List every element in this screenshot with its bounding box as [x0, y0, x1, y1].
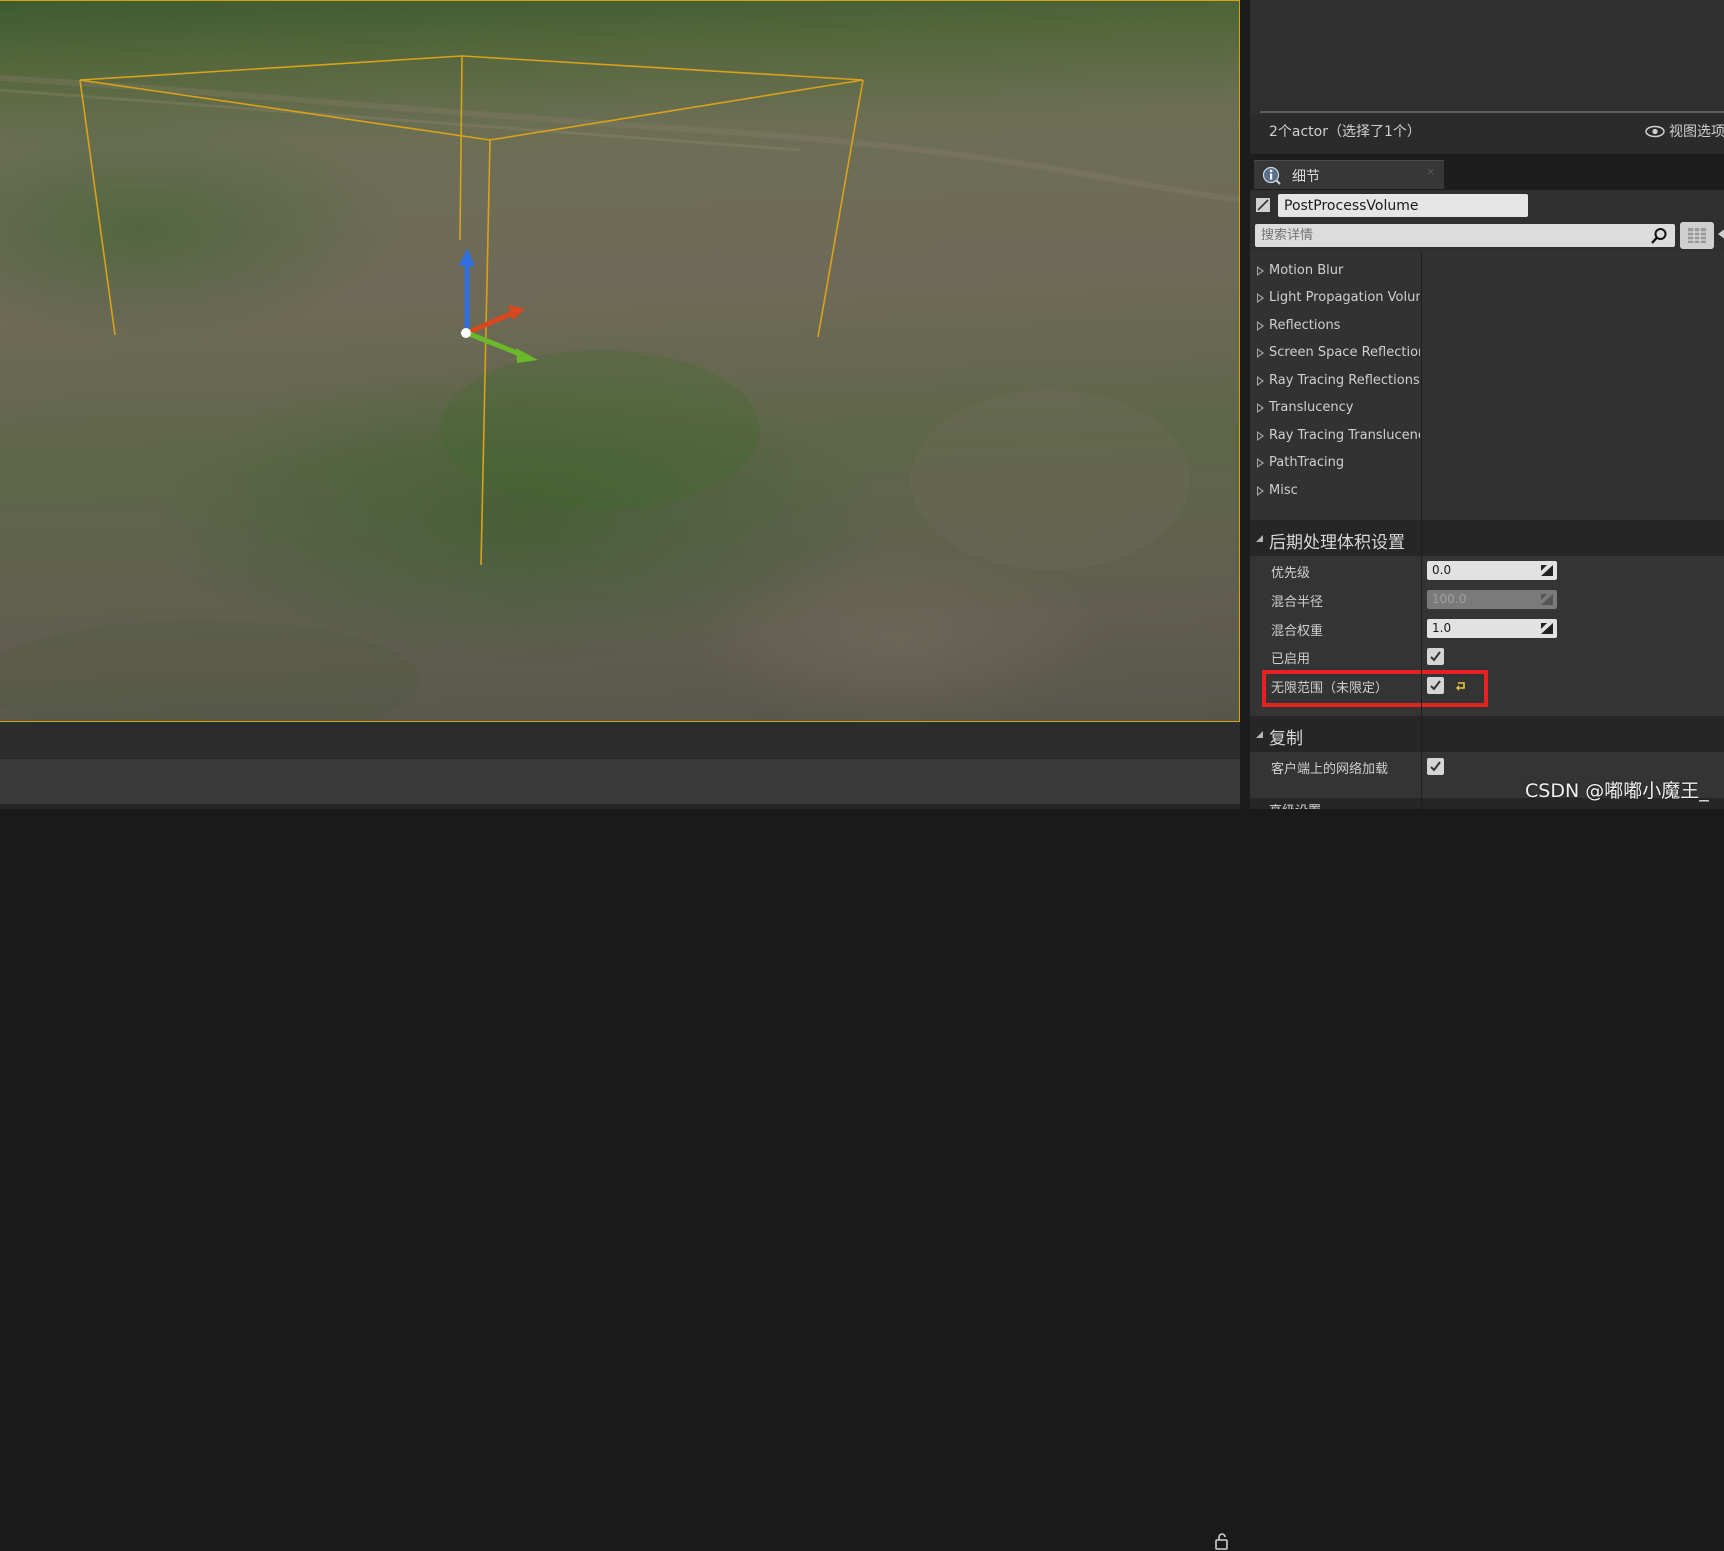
drag-spin-icon[interactable]	[1541, 565, 1553, 576]
details-tab-label: 细节	[1292, 169, 1320, 185]
ground-texture	[0, 75, 1240, 722]
checkmark-icon	[1430, 761, 1441, 772]
category-reflections[interactable]: Reflections	[1250, 314, 1420, 339]
blend-weight-field[interactable]: 1.0	[1427, 619, 1557, 638]
outliner-divider	[1260, 111, 1724, 113]
category-ray-tracing-translucency[interactable]: Ray Tracing Translucency	[1250, 424, 1420, 449]
tab-details[interactable]: 细节 ×	[1254, 160, 1444, 189]
actor-name-input[interactable]	[1278, 194, 1528, 217]
annotation-highlight-box	[1262, 670, 1488, 707]
view-options-label: 视图选项	[1669, 124, 1724, 140]
priority-label: 优先级	[1271, 566, 1311, 581]
details-search-input[interactable]	[1255, 224, 1675, 247]
blend-radius-label: 混合半径	[1271, 595, 1324, 610]
drag-spin-icon	[1541, 594, 1553, 605]
expand-triangle-icon	[1257, 348, 1264, 358]
collapse-triangle-icon	[1256, 535, 1263, 542]
bottom-edge	[0, 804, 1244, 809]
drag-spin-icon[interactable]	[1541, 623, 1553, 634]
section-header-replication[interactable]: 复制	[1250, 716, 1724, 752]
viewport-bottom-gutter	[0, 722, 1240, 758]
expand-triangle-icon	[1257, 458, 1264, 468]
eye-icon	[1645, 125, 1665, 138]
expand-triangle-icon	[1257, 376, 1264, 386]
watermark-text: CSDN @嘟嘟小魔王_	[1525, 780, 1709, 802]
net-load-on-client-label: 客户端上的网络加载	[1271, 762, 1389, 777]
viewport-overlay	[0, 55, 1240, 722]
level-viewport[interactable]	[0, 0, 1240, 722]
blend-weight-label: 混合权重	[1271, 624, 1324, 639]
partial-section-label: 高级设置	[1269, 800, 1321, 809]
panel-splitter[interactable]	[1240, 0, 1250, 809]
expand-triangle-icon	[1257, 431, 1264, 441]
blend-radius-field: 100.0	[1427, 590, 1557, 609]
category-light-propagation-volume[interactable]: Light Propagation Volume	[1250, 286, 1420, 311]
expand-triangle-icon	[1257, 266, 1264, 276]
expand-triangle-icon	[1257, 403, 1264, 413]
priority-field[interactable]: 0.0	[1427, 561, 1557, 580]
priority-value: 0.0	[1432, 563, 1452, 577]
blend-weight-value: 1.0	[1432, 621, 1452, 635]
blend-radius-value: 100.0	[1432, 592, 1467, 606]
right-panel: 2个actor（选择了1个） 视图选项 细节 × PostProcessVolu…	[1250, 0, 1724, 809]
category-ray-tracing-reflections[interactable]: Ray Tracing Reflections	[1250, 369, 1420, 394]
property-matrix-button[interactable]	[1680, 222, 1714, 249]
category-translucency[interactable]: Translucency	[1250, 396, 1420, 421]
transform-gizmo[interactable]	[459, 248, 538, 363]
category-path-tracing[interactable]: PathTracing	[1250, 451, 1420, 476]
enabled-label: 已启用	[1271, 652, 1311, 667]
category-motion-blur[interactable]: Motion Blur	[1250, 259, 1420, 284]
expand-triangle-icon	[1257, 486, 1264, 496]
viewport-toolbar-bottom	[0, 758, 1244, 1550]
details-category-list: Motion Blur Light Propagation Volume Ref…	[1250, 252, 1724, 520]
chevron-left-icon[interactable]	[1718, 228, 1724, 240]
expand-triangle-icon	[1257, 321, 1264, 331]
collapse-triangle-icon	[1256, 731, 1263, 738]
expand-triangle-icon	[1257, 293, 1264, 303]
net-load-on-client-checkbox[interactable]	[1427, 758, 1444, 775]
unlock-icon[interactable]	[1212, 1531, 1232, 1551]
checkmark-icon	[1430, 651, 1441, 662]
details-column-splitter[interactable]	[1421, 252, 1422, 809]
world-outliner-list[interactable]	[1250, 0, 1724, 110]
close-icon[interactable]: ×	[1426, 165, 1435, 178]
category-misc[interactable]: Misc	[1250, 479, 1420, 504]
info-icon	[1262, 166, 1281, 185]
search-icon[interactable]	[1650, 227, 1668, 245]
grid-icon	[1688, 228, 1706, 243]
category-screen-space-reflections[interactable]: Screen Space Reflections	[1250, 341, 1420, 366]
enabled-checkbox[interactable]	[1427, 648, 1444, 665]
actor-type-icon	[1256, 198, 1270, 212]
view-options-button[interactable]: 视图选项	[1645, 121, 1724, 141]
section-header-volume-settings[interactable]: 后期处理体积设置	[1250, 520, 1724, 556]
actor-count-label: 2个actor（选择了1个）	[1269, 124, 1421, 140]
